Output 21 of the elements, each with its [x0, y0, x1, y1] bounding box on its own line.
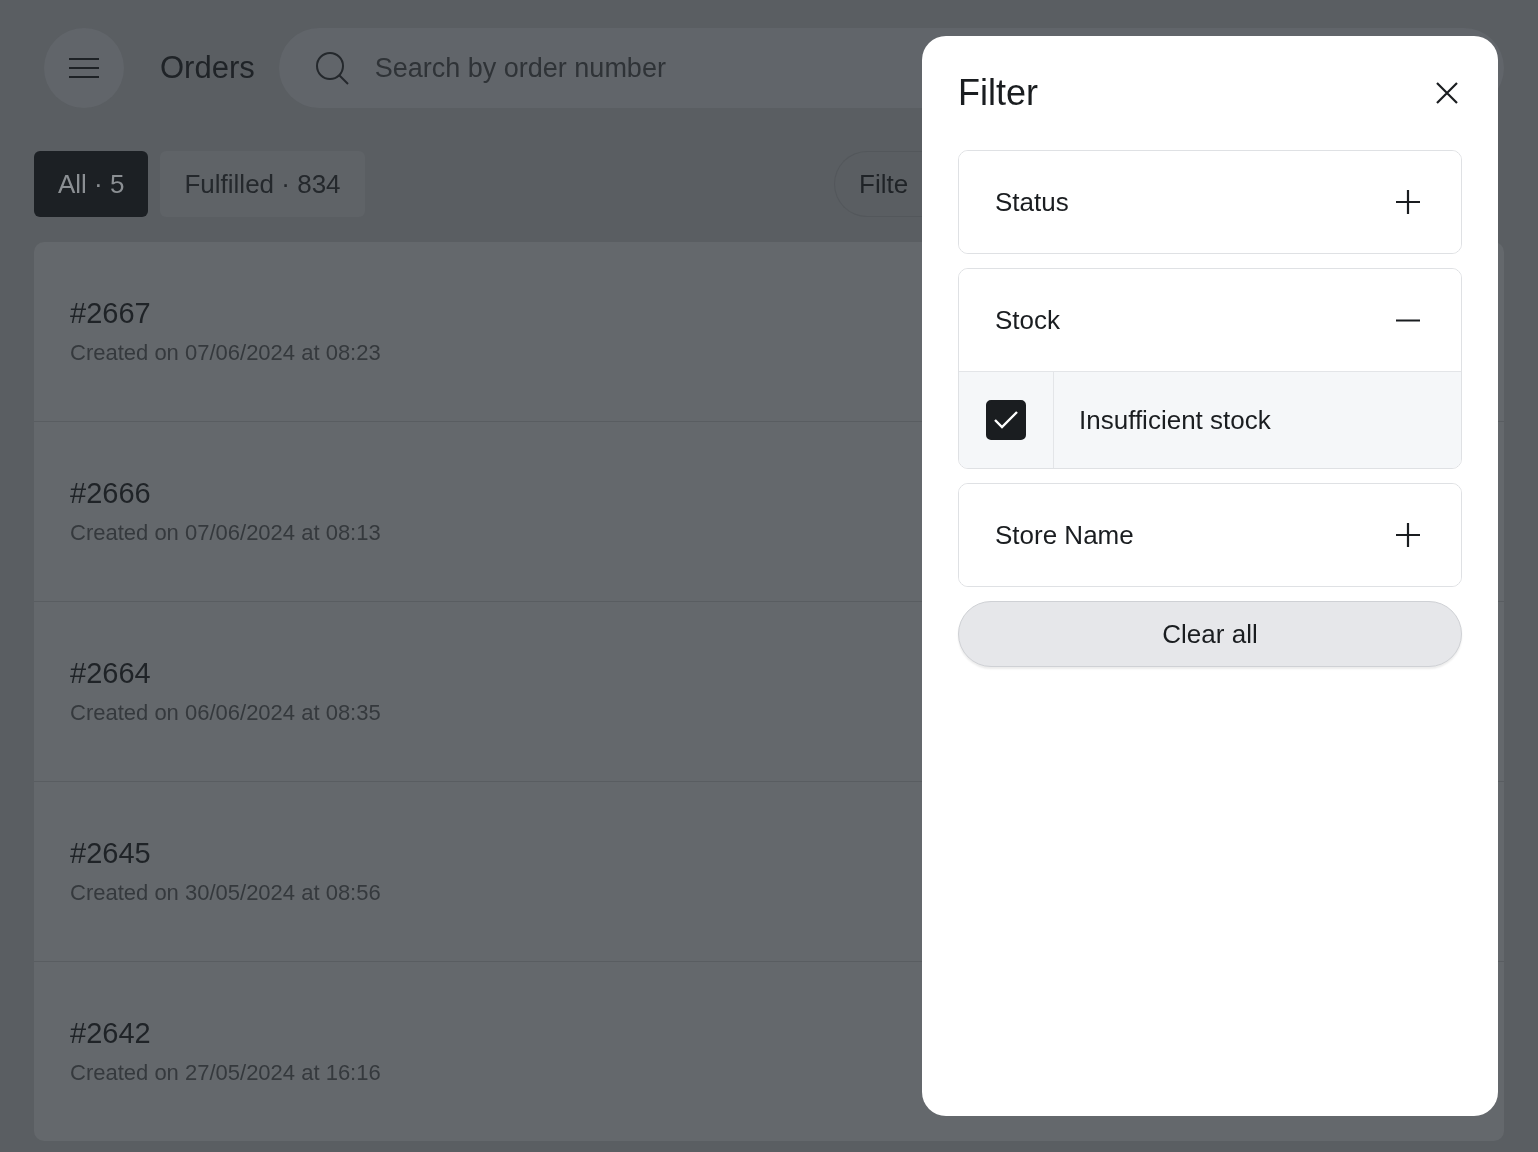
checkbox[interactable]: [986, 400, 1026, 440]
tab[interactable]: Fulfilled · 834: [160, 151, 365, 217]
plus-icon: [1395, 189, 1421, 215]
menu-icon: [69, 57, 99, 79]
order-number: #2666: [70, 477, 151, 510]
close-button[interactable]: [1436, 82, 1458, 104]
order-number: #2667: [70, 297, 151, 330]
section-header[interactable]: Status: [959, 151, 1461, 253]
checkmark-icon: [993, 410, 1019, 430]
order-number: #2664: [70, 657, 151, 690]
order-number: #2642: [70, 1017, 151, 1050]
minus-icon: [1395, 318, 1421, 322]
tab[interactable]: All · 5: [34, 151, 149, 217]
section-header[interactable]: Store Name: [959, 484, 1461, 586]
search-icon: [314, 51, 349, 85]
close-icon: [1436, 82, 1458, 104]
filter-button[interactable]: Filte: [834, 151, 922, 217]
plus-icon: [1395, 522, 1421, 548]
order-number: #2645: [70, 837, 151, 870]
clear-all-button[interactable]: Clear all: [958, 601, 1462, 667]
page-title: Orders: [160, 50, 255, 86]
